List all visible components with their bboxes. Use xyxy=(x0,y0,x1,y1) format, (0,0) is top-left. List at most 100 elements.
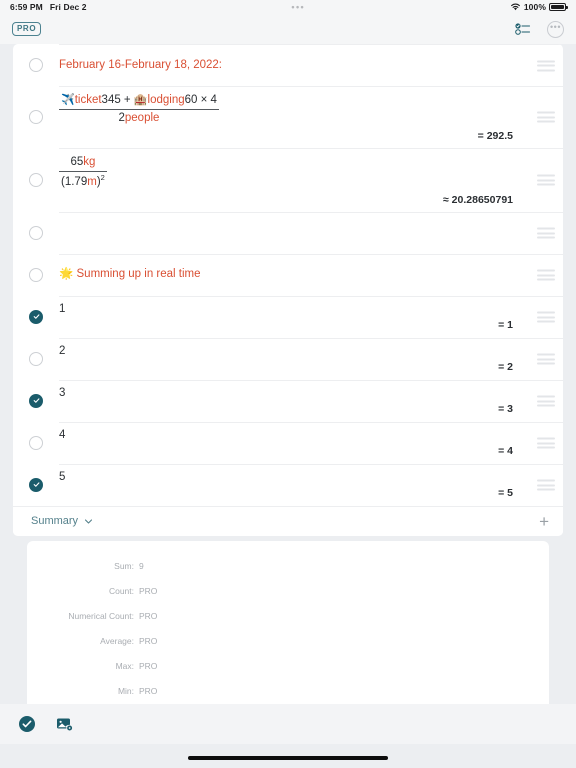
calculation-row[interactable]: 3 = 3 xyxy=(13,379,563,422)
row-result: = 4 xyxy=(498,445,513,458)
status-bar-right: 100% xyxy=(510,2,568,12)
summary-stat-row: Numerical Count: PRO xyxy=(27,603,549,628)
drag-handle-icon[interactable] xyxy=(537,437,555,449)
drag-handle-icon[interactable] xyxy=(537,479,555,491)
expression-literal: + xyxy=(120,94,134,106)
row-result: = 5 xyxy=(498,487,513,500)
drag-handle-icon[interactable] xyxy=(537,269,555,281)
row-body[interactable]: 🌟 Summing up in real time xyxy=(59,253,563,296)
drag-handle-icon[interactable] xyxy=(537,111,555,123)
image-settings-icon[interactable] xyxy=(56,715,74,733)
drag-handle-icon[interactable] xyxy=(537,311,555,323)
row-body[interactable]: February 16-February 18, 2022: xyxy=(59,44,563,86)
battery-icon xyxy=(549,3,568,11)
app-top-bar: PRO ••• xyxy=(0,14,576,44)
expression-literal: 60 × 4 xyxy=(184,94,217,106)
fraction-denominator: 2people xyxy=(59,110,219,126)
row-result: ≈ 20.28650791 xyxy=(443,193,513,206)
row-result: = 3 xyxy=(498,403,513,416)
drag-handle-icon[interactable] xyxy=(537,353,555,365)
expression-unit: lodging xyxy=(147,94,185,106)
expression-literal: 65 xyxy=(70,155,84,168)
summary-stat-value: PRO xyxy=(139,610,158,621)
summary-bar[interactable]: Summary + xyxy=(13,505,563,536)
add-row-button[interactable]: + xyxy=(539,513,549,530)
row-expression: 4 xyxy=(59,429,66,442)
summary-toggle[interactable]: Summary xyxy=(31,515,93,527)
app-root: 6:59 PM Fri Dec 2 ••• 100% PRO ••• Febru… xyxy=(0,0,576,768)
summary-stat-label: Min: xyxy=(117,685,134,696)
calculation-row[interactable]: 🌟 Summing up in real time xyxy=(13,253,563,296)
row-checkbox-unchecked[interactable] xyxy=(29,109,43,124)
row-checkbox-unchecked[interactable] xyxy=(29,267,43,282)
row-checkbox-unchecked[interactable] xyxy=(29,435,43,450)
fraction-numerator: 65kg xyxy=(59,155,107,172)
status-date: Fri Dec 2 xyxy=(49,2,87,12)
drag-handle-icon[interactable] xyxy=(537,227,555,239)
pro-badge[interactable]: PRO xyxy=(12,22,42,36)
row-body[interactable]: 65kg (1.79m)2 ≈ 20.28650791 xyxy=(59,147,563,212)
row-checkbox-cell xyxy=(13,296,59,338)
row-body[interactable]: 5 = 5 xyxy=(59,463,563,506)
calculation-row[interactable]: 5 = 5 xyxy=(13,463,563,506)
calculation-row[interactable]: 65kg (1.79m)2 ≈ 20.28650791 xyxy=(13,147,563,212)
calculation-sheet: February 16-February 18, 2022: ✈️ticket34… xyxy=(13,44,563,536)
summary-stat-label: Sum: xyxy=(114,560,134,571)
row-body[interactable] xyxy=(59,211,563,254)
row-checkbox-unchecked[interactable] xyxy=(29,58,43,72)
expression-unit: people xyxy=(124,111,160,124)
summary-label-text: Summary xyxy=(31,515,79,528)
status-bar-left: 6:59 PM Fri Dec 2 xyxy=(10,2,87,12)
fraction-denominator: (1.79m)2 xyxy=(59,172,107,190)
calculation-row[interactable] xyxy=(13,211,563,254)
checklist-icon[interactable] xyxy=(515,22,531,36)
row-body[interactable]: 2 = 2 xyxy=(59,337,563,380)
expression-literal: (1.79 xyxy=(61,175,88,188)
summary-stat-value: PRO xyxy=(139,660,158,671)
row-checkbox-cell xyxy=(13,44,59,86)
check-circle-icon[interactable] xyxy=(18,715,36,733)
calculation-row[interactable]: February 16-February 18, 2022: xyxy=(13,44,563,86)
summary-stat-row: Average: PRO xyxy=(27,628,549,653)
summary-stat-label: Average: xyxy=(100,635,134,646)
summary-stat-row: Min: PRO xyxy=(27,678,549,703)
summary-stat-label: Count: xyxy=(108,585,134,596)
status-bar: 6:59 PM Fri Dec 2 ••• 100% xyxy=(0,0,576,14)
row-body[interactable]: 3 = 3 xyxy=(59,379,563,422)
expression-literal: 345 xyxy=(101,94,121,106)
row-checkbox-cell xyxy=(13,422,59,464)
row-body[interactable]: 1 = 1 xyxy=(59,295,563,338)
row-expression: 3 xyxy=(59,387,66,400)
drag-handle-icon[interactable] xyxy=(537,60,555,71)
chevron-down-icon xyxy=(84,517,93,526)
row-checkbox-checked[interactable] xyxy=(29,309,43,324)
bottom-toolbar xyxy=(0,704,576,744)
row-checkbox-cell xyxy=(13,148,59,212)
drag-handle-icon[interactable] xyxy=(537,174,555,186)
row-checkbox-cell xyxy=(13,338,59,380)
row-checkbox-checked[interactable] xyxy=(29,393,43,408)
row-checkbox-cell xyxy=(13,254,59,296)
wifi-icon xyxy=(510,3,521,11)
calculation-row[interactable]: ✈️ticket345 + 🏨lodging60 × 4 2people = 292… xyxy=(13,86,563,148)
calculation-rows: February 16-February 18, 2022: ✈️ticket34… xyxy=(13,44,563,506)
calculation-row[interactable]: 2 = 2 xyxy=(13,337,563,380)
summary-stat-label: Numerical Count: xyxy=(68,610,134,621)
more-options-icon[interactable]: ••• xyxy=(547,20,564,38)
drag-handle-icon[interactable] xyxy=(537,395,555,407)
fraction-expression: ✈️ticket345 + 🏨lodging60 × 4 2people xyxy=(59,93,519,126)
row-checkbox-unchecked[interactable] xyxy=(29,172,43,187)
row-checkbox-unchecked[interactable] xyxy=(29,351,43,366)
summary-panel: Sum: 9 Count: PRO Numerical Count: PRO Average… xyxy=(27,541,549,715)
row-checkbox-unchecked[interactable] xyxy=(29,225,43,240)
expression-unit: kg xyxy=(83,155,96,168)
calculation-row[interactable]: 4 = 4 xyxy=(13,421,563,464)
row-checkbox-checked[interactable] xyxy=(29,477,43,492)
row-body[interactable]: ✈️ticket345 + 🏨lodging60 × 4 2people = 292… xyxy=(59,86,563,148)
row-checkbox-cell xyxy=(13,86,59,148)
row-body[interactable]: 4 = 4 xyxy=(59,421,563,464)
status-time: 6:59 PM xyxy=(10,2,43,12)
calculation-row[interactable]: 1 = 1 xyxy=(13,295,563,338)
status-center-dots: ••• xyxy=(291,2,306,12)
expression-unit: m xyxy=(87,175,97,188)
